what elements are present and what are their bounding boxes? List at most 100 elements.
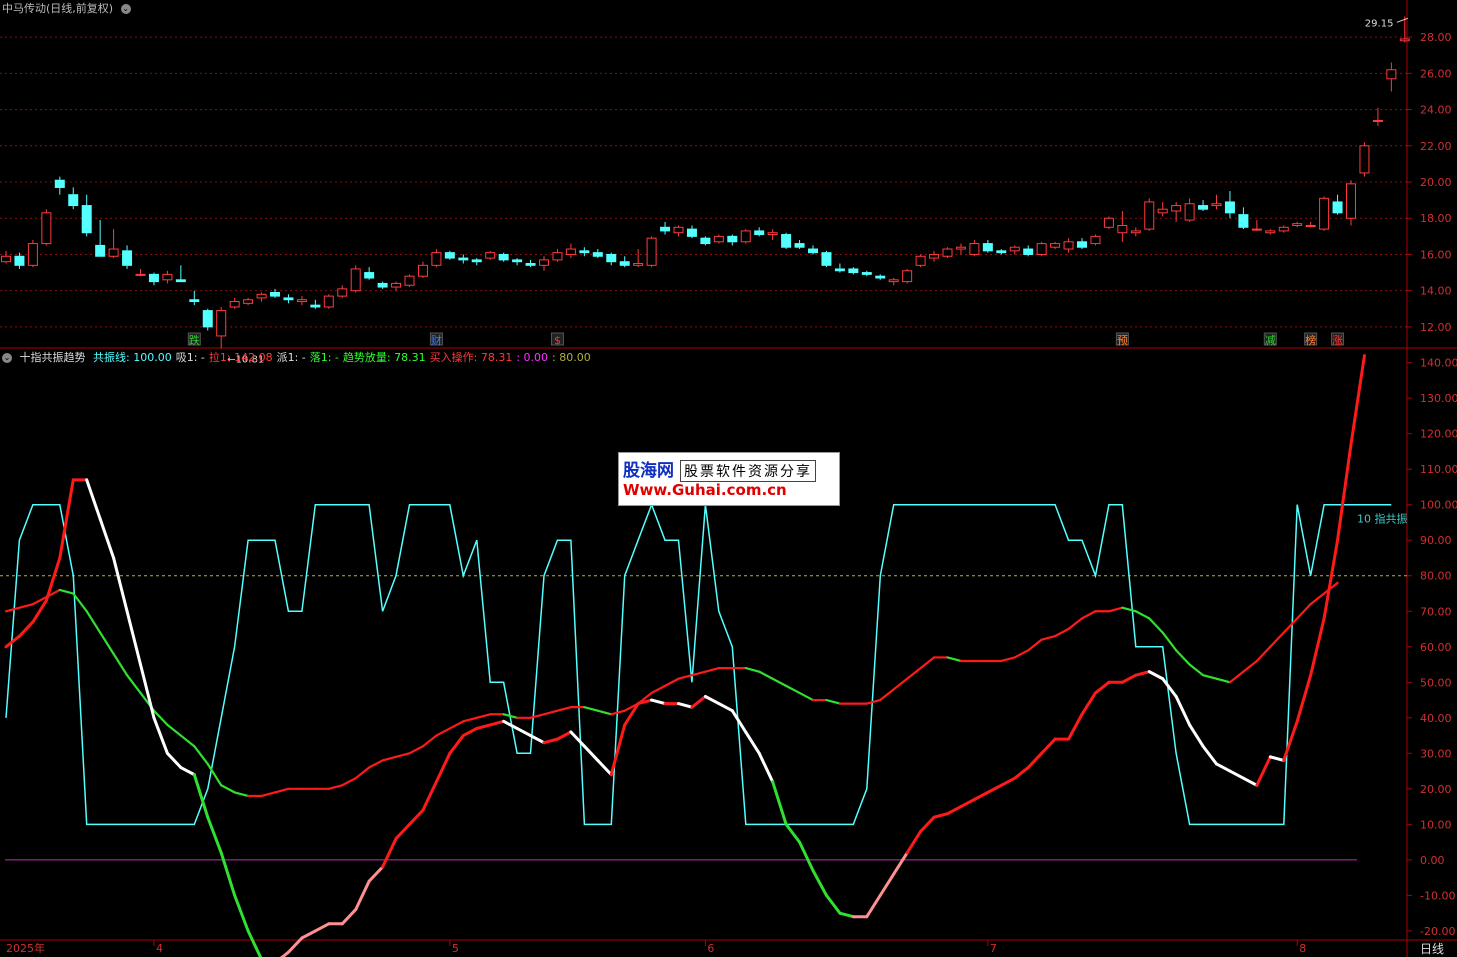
event-marker: 财 bbox=[429, 332, 443, 347]
candle-body bbox=[740, 230, 751, 243]
candle bbox=[1359, 142, 1370, 177]
baseline-segment bbox=[542, 709, 559, 716]
operation-segment bbox=[569, 730, 586, 748]
indicator-series[interactable] bbox=[4, 354, 1392, 957]
operation-segment bbox=[865, 893, 882, 919]
indicator-tick-label: 60.00 bbox=[1420, 641, 1452, 654]
price-tick-label: 22.00 bbox=[1420, 140, 1452, 153]
candle bbox=[444, 250, 455, 260]
operation-segment bbox=[1201, 744, 1218, 766]
operation-segment bbox=[1336, 442, 1353, 542]
candle-body bbox=[162, 273, 173, 281]
baseline-segment bbox=[408, 745, 425, 755]
candle bbox=[175, 265, 186, 283]
indicator-tick-label: -10.00 bbox=[1420, 889, 1455, 902]
x-tick-label: 2025年 bbox=[6, 941, 45, 955]
operation-segment bbox=[1322, 538, 1340, 620]
candle-body bbox=[41, 212, 52, 245]
candle bbox=[81, 194, 92, 237]
candle-body bbox=[969, 243, 980, 255]
event-marker: $ bbox=[550, 332, 564, 347]
indicator-field: 买入操作: 78.31 bbox=[429, 351, 513, 364]
watermark-site: 股海网 bbox=[623, 461, 674, 481]
operation-segment bbox=[919, 815, 936, 833]
operation-segment bbox=[529, 734, 546, 745]
candle-body bbox=[1386, 69, 1397, 80]
candle-body bbox=[646, 237, 657, 266]
operation-segment bbox=[878, 872, 896, 897]
operation-segment bbox=[1241, 776, 1259, 787]
candle-body bbox=[444, 252, 455, 259]
operation-segment bbox=[112, 556, 129, 613]
candle bbox=[310, 299, 321, 309]
baseline-segment bbox=[4, 606, 21, 613]
candle bbox=[1319, 196, 1330, 231]
candle-body bbox=[323, 295, 334, 308]
operation-segment bbox=[502, 719, 519, 730]
candle bbox=[1184, 198, 1195, 222]
x-tick-label: 7 bbox=[990, 942, 997, 955]
price-tick-label: 24.00 bbox=[1420, 104, 1452, 117]
candle-body bbox=[27, 243, 38, 266]
operation-segment bbox=[1295, 673, 1313, 723]
candle bbox=[1, 250, 11, 264]
operation-segment bbox=[905, 829, 923, 855]
high-price-label: 29.15 bbox=[1365, 18, 1394, 29]
candle bbox=[471, 258, 482, 266]
candle-body bbox=[1077, 241, 1087, 248]
candle-body bbox=[417, 264, 428, 277]
baseline-segment bbox=[99, 631, 115, 655]
candle bbox=[337, 285, 348, 298]
operation-segment bbox=[165, 751, 183, 770]
candle-body bbox=[283, 297, 294, 301]
candle-body bbox=[1130, 230, 1141, 234]
baseline-segment bbox=[784, 684, 801, 695]
candle bbox=[377, 281, 388, 289]
baseline-segment bbox=[865, 698, 882, 705]
candle bbox=[1292, 221, 1303, 228]
candle bbox=[256, 292, 267, 302]
indicator-tick-label: -20.00 bbox=[1420, 925, 1455, 938]
baseline-segment bbox=[1013, 649, 1030, 659]
baseline-segment bbox=[112, 652, 129, 677]
candle-body bbox=[14, 255, 25, 266]
operation-segment bbox=[1349, 354, 1366, 446]
indicator-tick-label: 70.00 bbox=[1420, 605, 1452, 618]
baseline-segment bbox=[394, 752, 411, 758]
indicator-tick-label: 120.00 bbox=[1420, 428, 1457, 441]
operation-segment bbox=[179, 766, 196, 777]
baseline-segment bbox=[421, 734, 438, 748]
candle-body bbox=[821, 252, 832, 266]
period-label[interactable]: 日线 bbox=[1420, 940, 1444, 957]
candle-body bbox=[767, 232, 778, 236]
baseline-segment bbox=[758, 670, 774, 680]
chevron-down-icon[interactable]: ⌄ bbox=[2, 353, 12, 363]
price-chart-title: 中马传动(日线,前复权) bbox=[2, 2, 114, 15]
candle-body bbox=[565, 248, 576, 255]
candle-body bbox=[686, 228, 697, 237]
watermark-url: Www.Guhai.com.cn bbox=[623, 481, 787, 499]
baseline-segment bbox=[193, 745, 209, 766]
candle bbox=[27, 239, 38, 268]
operation-segment bbox=[1268, 755, 1286, 762]
candle bbox=[404, 274, 415, 288]
chevron-down-icon[interactable]: ⌄ bbox=[120, 4, 131, 14]
candle-body bbox=[525, 263, 536, 266]
baseline-segment bbox=[1000, 656, 1016, 663]
operation-segment bbox=[986, 783, 1003, 794]
candle bbox=[1023, 245, 1034, 257]
candle bbox=[95, 220, 106, 257]
candle-body bbox=[1171, 205, 1182, 212]
candle-body bbox=[915, 255, 926, 266]
baseline-segment bbox=[583, 706, 599, 712]
indicator-field: 拉1: 142.08 bbox=[208, 351, 273, 364]
candle-body bbox=[673, 226, 684, 234]
event-marker-label: 跌 bbox=[189, 333, 200, 347]
candle-body bbox=[619, 261, 630, 266]
operation-segment bbox=[17, 620, 35, 638]
indicator-name[interactable]: 十指共振趋势 bbox=[20, 351, 86, 364]
candle bbox=[68, 187, 79, 210]
candle-body bbox=[202, 310, 213, 328]
baseline-segment bbox=[1215, 677, 1232, 684]
candle-body bbox=[310, 304, 321, 308]
